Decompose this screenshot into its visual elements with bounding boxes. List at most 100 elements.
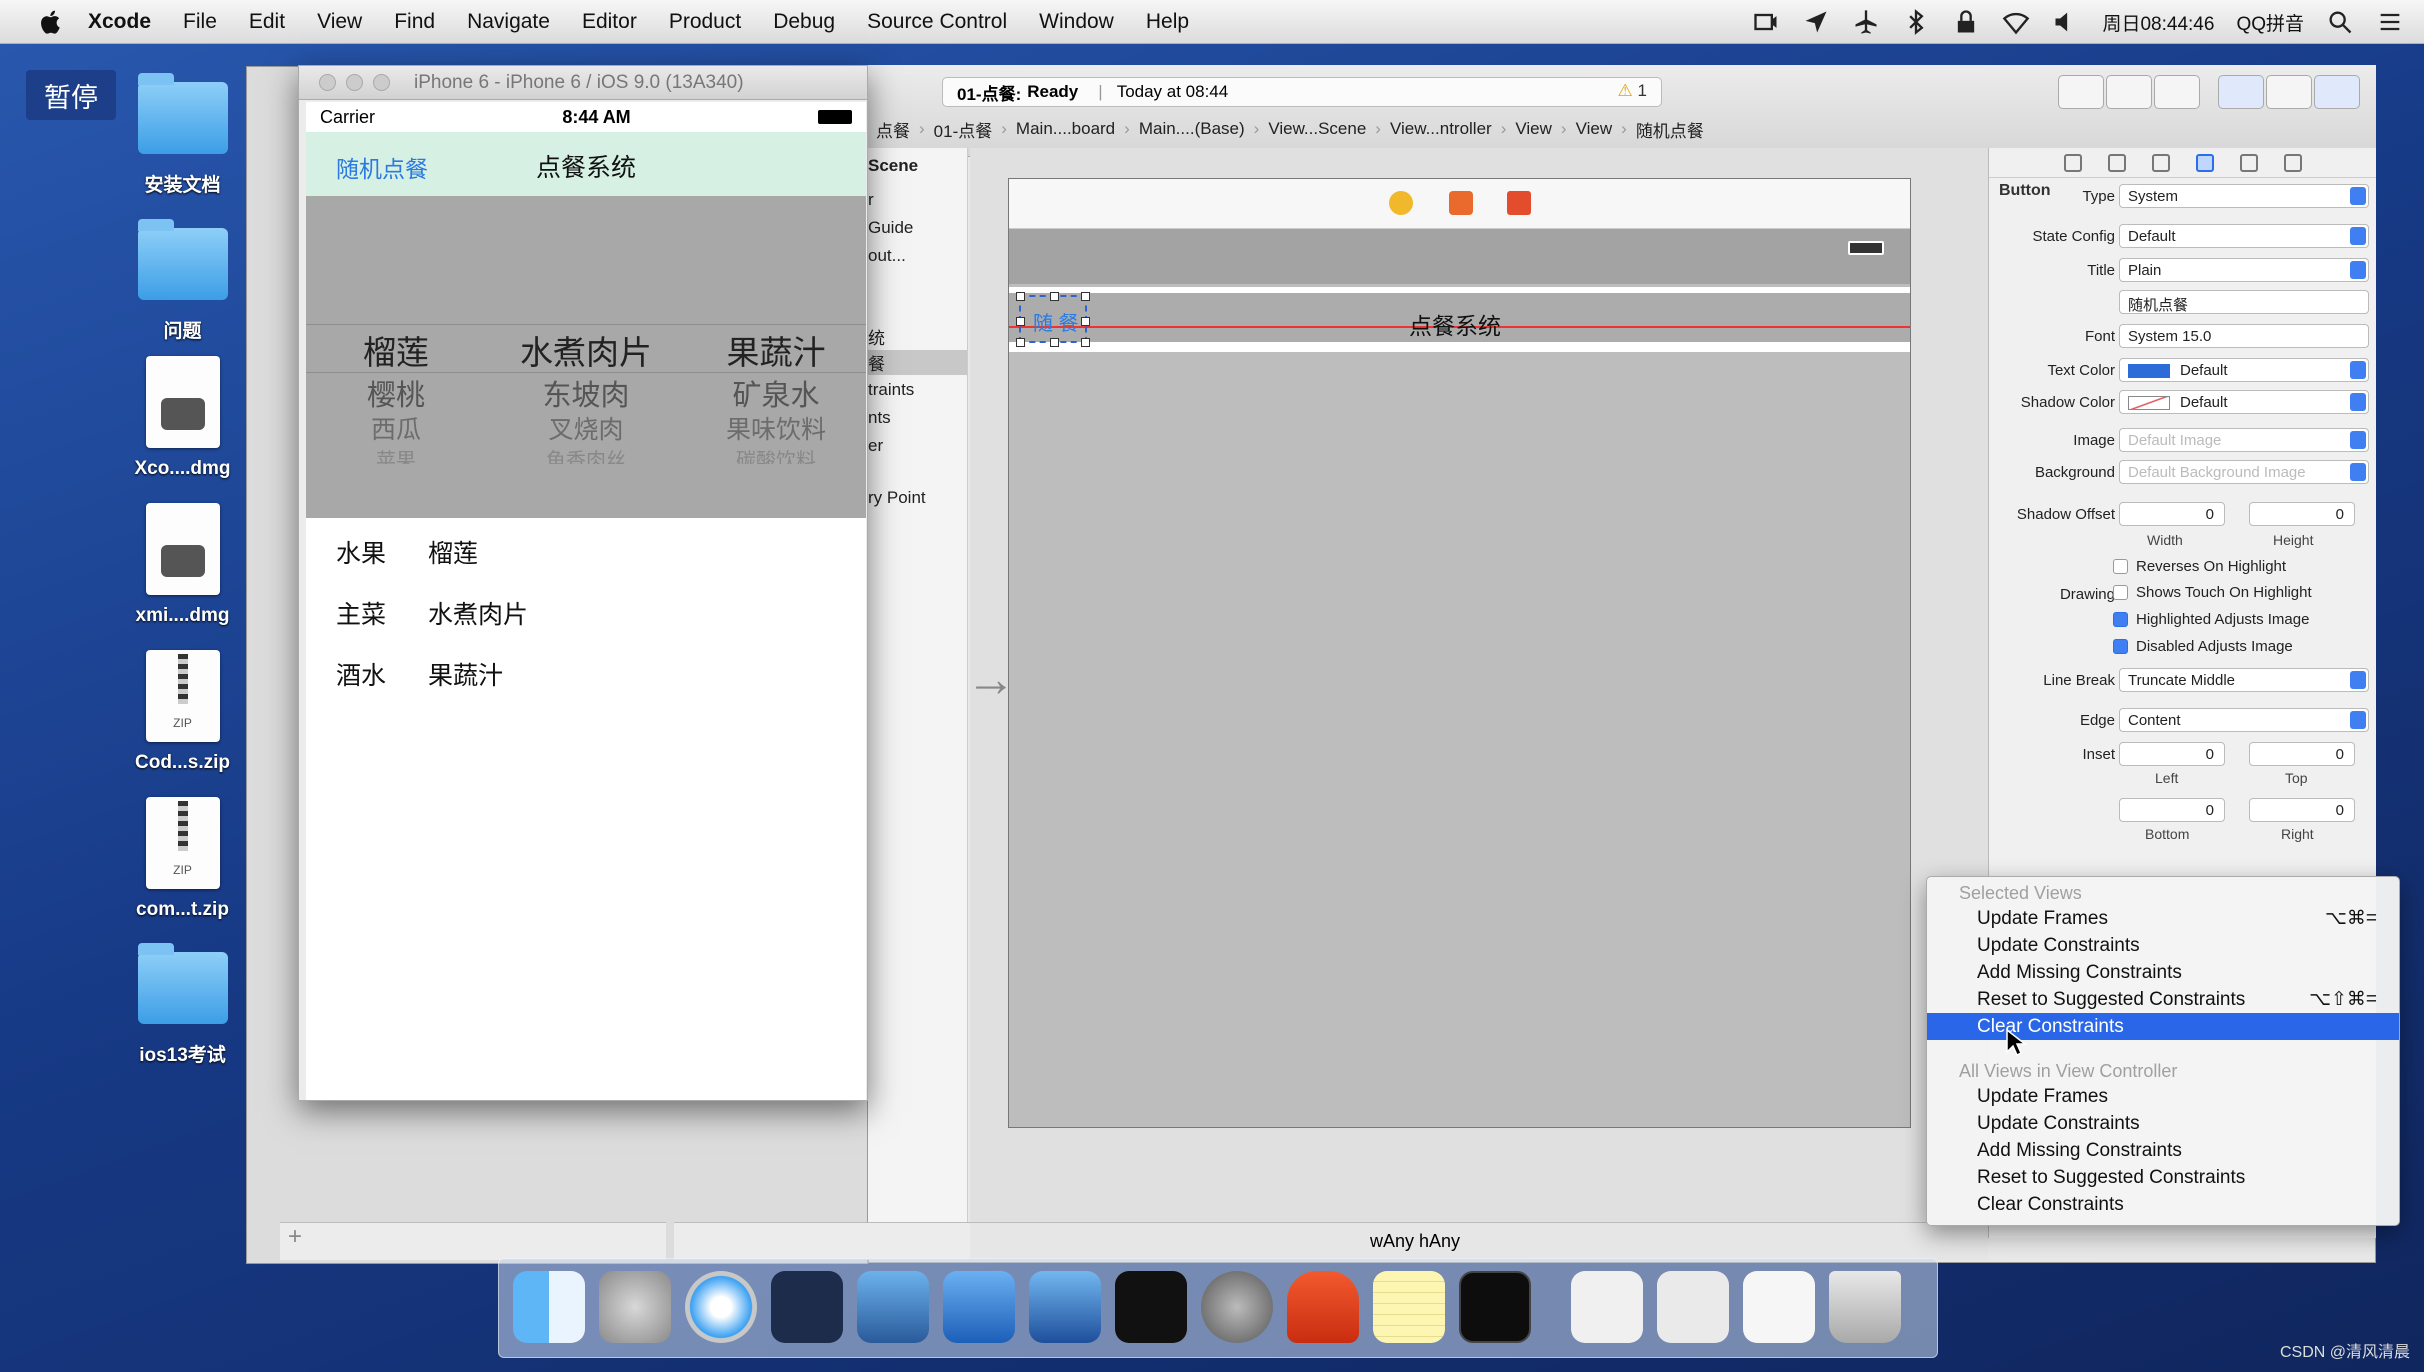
view-controller-icon[interactable] bbox=[1389, 191, 1413, 215]
menu-file[interactable]: File bbox=[183, 10, 217, 34]
menu-source-control[interactable]: Source Control bbox=[867, 10, 1007, 34]
menu-edit[interactable]: Edit bbox=[249, 10, 285, 34]
menu-editor[interactable]: Editor bbox=[582, 10, 637, 34]
menu-item-all-update-frames[interactable]: Update Frames bbox=[1927, 1083, 2399, 1110]
system-preferences-icon[interactable] bbox=[1201, 1271, 1273, 1343]
menu-help[interactable]: Help bbox=[1146, 10, 1189, 34]
jump-item[interactable]: View bbox=[1515, 119, 1552, 139]
random-order-button[interactable]: 随机点餐 bbox=[336, 150, 428, 184]
title-style-popup[interactable]: Plain bbox=[2119, 258, 2369, 282]
outline-item[interactable]: out... bbox=[868, 246, 906, 266]
picker-row[interactable]: 榴莲 bbox=[306, 326, 486, 372]
menu-navigate[interactable]: Navigate bbox=[467, 10, 550, 34]
attributes-inspector-icon[interactable] bbox=[2195, 153, 2214, 172]
menu-window[interactable]: Window bbox=[1039, 10, 1114, 34]
trash-icon[interactable] bbox=[1829, 1271, 1901, 1343]
picker-row[interactable]: 鱼香肉丝 bbox=[496, 444, 676, 464]
imovie-icon[interactable] bbox=[857, 1271, 929, 1343]
outline-item[interactable]: Guide bbox=[868, 218, 913, 238]
xcode-icon[interactable] bbox=[943, 1271, 1015, 1343]
picker-row[interactable]: 水煮肉片 bbox=[496, 326, 676, 372]
exit-icon[interactable] bbox=[1507, 191, 1531, 215]
jump-bar[interactable]: 点餐 › 01-点餐 › Main....board › Main....(Base)… bbox=[868, 111, 1952, 147]
input-method[interactable]: QQ拼音 bbox=[2236, 9, 2304, 36]
identity-inspector-icon[interactable] bbox=[2151, 153, 2170, 172]
safari-icon[interactable] bbox=[685, 1271, 757, 1343]
zoom-icon[interactable] bbox=[373, 74, 390, 91]
terminal-icon[interactable] bbox=[1115, 1271, 1187, 1343]
state-config-popup[interactable]: Default bbox=[2119, 224, 2369, 248]
airplane-icon[interactable] bbox=[1852, 8, 1880, 36]
first-responder-icon[interactable] bbox=[1449, 191, 1473, 215]
outline-item[interactable]: nts bbox=[868, 408, 891, 428]
outline-item[interactable]: r bbox=[868, 190, 874, 210]
outline-item[interactable]: 统 bbox=[868, 324, 885, 349]
document-icon[interactable] bbox=[1743, 1271, 1815, 1343]
picker-row[interactable]: 樱桃 bbox=[306, 372, 486, 412]
edge-popup[interactable]: Content bbox=[2119, 708, 2369, 732]
jump-item[interactable]: View bbox=[1576, 119, 1613, 139]
editor-standard-button[interactable] bbox=[2058, 75, 2104, 109]
inset-right-field[interactable]: 0 bbox=[2249, 798, 2355, 822]
jump-item[interactable]: 随机点餐 bbox=[1636, 117, 1704, 142]
outline-item[interactable]: Scene bbox=[868, 156, 918, 176]
desktop-file-com-zip[interactable]: ZIP com...t.zip bbox=[120, 797, 245, 921]
menu-item-clear-constraints[interactable]: Clear Constraints bbox=[1927, 1013, 2399, 1040]
desktop-file-cod-zip[interactable]: ZIP Cod...s.zip bbox=[120, 650, 245, 774]
volume-icon[interactable] bbox=[2052, 8, 2080, 36]
desktop-folder-ios13[interactable]: ios13考试 bbox=[120, 940, 245, 1067]
highlighted-adjusts-checkbox[interactable]: Highlighted Adjusts Image bbox=[2113, 611, 2309, 628]
location-icon[interactable] bbox=[1802, 8, 1830, 36]
lock-icon[interactable] bbox=[1952, 8, 1980, 36]
title-text-field[interactable]: 随机点餐 bbox=[2119, 290, 2369, 314]
outline-item-selected[interactable]: 餐 bbox=[868, 350, 967, 375]
text-color-popup[interactable]: Default bbox=[2119, 358, 2369, 382]
menu-app[interactable]: Xcode bbox=[88, 10, 151, 34]
toggle-utilities-button[interactable] bbox=[2314, 75, 2360, 109]
reverses-checkbox[interactable]: Reverses On Highlight bbox=[2113, 558, 2286, 575]
picker-row[interactable]: 果蔬汁 bbox=[686, 326, 866, 372]
menu-item-update-constraints[interactable]: Update Constraints bbox=[1927, 932, 2399, 959]
launchpad-icon[interactable] bbox=[599, 1271, 671, 1343]
view-controller-scene[interactable]: 点餐系统 随 餐 bbox=[1008, 178, 1911, 1128]
notes-icon[interactable] bbox=[1373, 1271, 1445, 1343]
outline-filter-bar[interactable] bbox=[674, 1222, 970, 1260]
navigator-filter-bar[interactable]: + bbox=[280, 1222, 666, 1260]
pause-label[interactable]: 暂停 bbox=[26, 70, 116, 120]
jump-item[interactable]: 01-点餐 bbox=[934, 117, 993, 142]
line-break-popup[interactable]: Truncate Middle bbox=[2119, 668, 2369, 692]
minimize-icon[interactable] bbox=[346, 74, 363, 91]
picker-column-main[interactable]: 水煮肉片 东坡肉 叉烧肉 鱼香肉丝 bbox=[496, 326, 676, 464]
apple-icon[interactable] bbox=[36, 7, 66, 37]
screenshot-doc-icon[interactable] bbox=[1657, 1271, 1729, 1343]
menu-product[interactable]: Product bbox=[669, 10, 741, 34]
toggle-navigator-button[interactable] bbox=[2218, 75, 2264, 109]
jump-item[interactable]: Main....board bbox=[1016, 119, 1115, 139]
shadow-height-field[interactable]: 0 bbox=[2249, 502, 2355, 526]
menu-item-all-add-missing[interactable]: Add Missing Constraints bbox=[1927, 1137, 2399, 1164]
warning-badge[interactable]: ⚠ 1 bbox=[1618, 81, 1647, 101]
jump-item[interactable]: View...ntroller bbox=[1390, 119, 1492, 139]
size-inspector-icon[interactable] bbox=[2239, 153, 2258, 172]
picker-row[interactable]: 碳酸饮料 bbox=[686, 444, 866, 464]
image-field[interactable]: Default Image bbox=[2119, 428, 2369, 452]
presentation-icon[interactable] bbox=[1287, 1271, 1359, 1343]
menu-item-update-frames[interactable]: Update Frames ⌥⌘= bbox=[1927, 905, 2399, 932]
editor-version-button[interactable] bbox=[2154, 75, 2200, 109]
picker-row[interactable]: 苹果 bbox=[306, 444, 486, 464]
picker-row[interactable]: 果味饮料 bbox=[686, 410, 866, 444]
wifi-icon[interactable] bbox=[2002, 8, 2030, 36]
help-inspector-icon[interactable] bbox=[2107, 153, 2126, 172]
desktop-file-xcode-dmg[interactable]: Xco....dmg bbox=[120, 356, 245, 480]
editor-assistant-button[interactable] bbox=[2106, 75, 2152, 109]
camera-icon[interactable] bbox=[1752, 8, 1780, 36]
menu-item-all-reset[interactable]: Reset to Suggested Constraints bbox=[1927, 1164, 2399, 1191]
size-class-button[interactable]: wAny hAny bbox=[1370, 1231, 1460, 1252]
list-icon[interactable] bbox=[2376, 8, 2404, 36]
shadow-color-popup[interactable]: Default bbox=[2119, 390, 2369, 414]
picker-row[interactable]: 矿泉水 bbox=[686, 372, 866, 412]
type-popup[interactable]: System bbox=[2119, 184, 2369, 208]
outline-item[interactable]: traints bbox=[868, 380, 914, 400]
close-icon[interactable] bbox=[319, 74, 336, 91]
font-field[interactable]: System 15.0 bbox=[2119, 324, 2369, 348]
